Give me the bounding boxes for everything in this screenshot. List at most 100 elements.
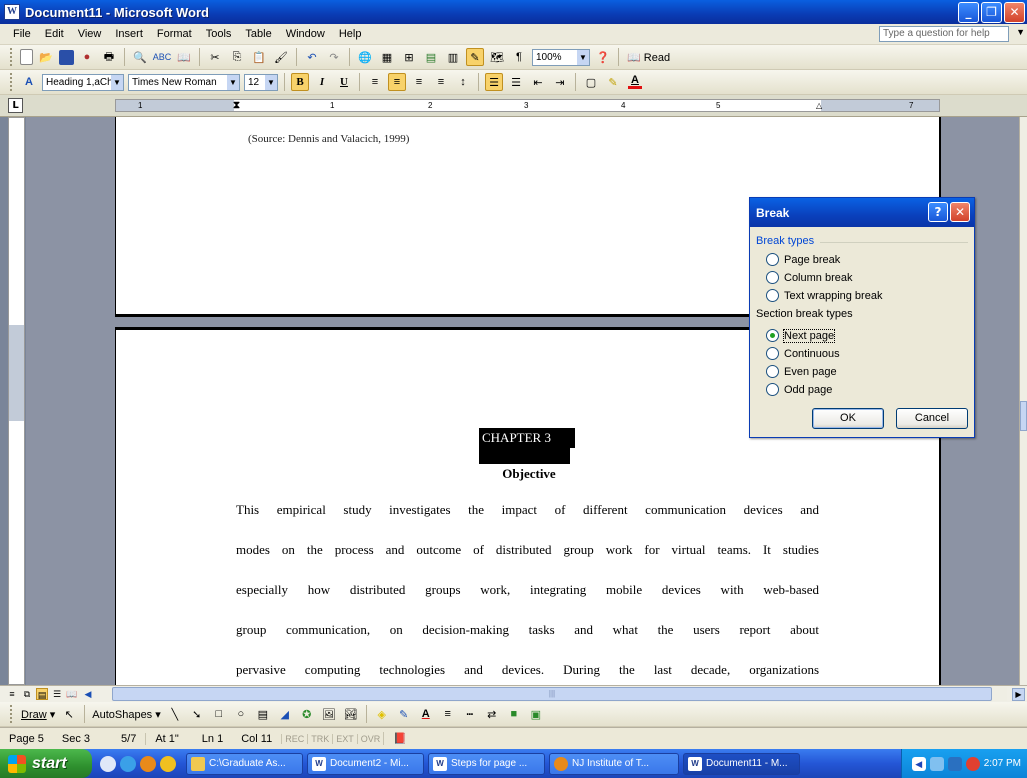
menu-insert[interactable]: Insert (108, 28, 150, 40)
align-right-icon[interactable]: ≡ (410, 73, 428, 91)
shadow-style-icon[interactable]: ■ (505, 705, 523, 723)
right-indent-marker-icon[interactable]: △ (816, 100, 822, 111)
save-icon[interactable] (59, 49, 74, 65)
line-style-icon[interactable]: ≡ (439, 705, 457, 723)
tab-selector[interactable]: L (8, 98, 23, 113)
font-color-button[interactable]: A (626, 73, 644, 91)
start-button[interactable]: start (0, 749, 92, 778)
research-icon[interactable]: 📖 (175, 48, 193, 66)
task-njit[interactable]: NJ Institute of T... (549, 752, 679, 775)
insert-table-icon[interactable]: ⊞ (400, 48, 418, 66)
back-arrow-icon[interactable]: ◀ (911, 756, 926, 771)
cut-icon[interactable]: ✂ (206, 48, 224, 66)
toolbar-grip[interactable] (10, 705, 14, 723)
copy-icon[interactable]: ⎘ (228, 48, 246, 66)
show-hide-icon[interactable]: ¶ (510, 48, 528, 66)
spelling-status-icon[interactable]: 📕 (383, 732, 416, 745)
outline-view-icon[interactable]: ☰ (51, 688, 63, 700)
paste-icon[interactable]: 📋 (250, 48, 268, 66)
align-left-icon[interactable]: ≡ (366, 73, 384, 91)
arrow-style-icon[interactable]: ⇄ (483, 705, 501, 723)
arrow-icon[interactable]: ➘ (188, 705, 206, 723)
help-icon[interactable]: ❓ (594, 48, 612, 66)
dash-style-icon[interactable]: ┅ (461, 705, 479, 723)
font-size-dropdown-icon[interactable]: ▼ (265, 74, 277, 90)
horizontal-scrollbar[interactable]: ||| (112, 687, 1007, 701)
style-combo[interactable]: Heading 1,aCh ▼ (42, 73, 124, 91)
word-app-icon[interactable]: W (4, 4, 20, 20)
radio-circle[interactable] (766, 271, 779, 284)
radio-circle[interactable] (766, 365, 779, 378)
normal-view-icon[interactable]: ≡ (6, 688, 18, 700)
print-icon[interactable]: 🖶 (100, 48, 118, 66)
chrome-icon[interactable] (965, 756, 980, 771)
task-document2[interactable]: W Document2 - Mi... (307, 752, 424, 775)
underline-button[interactable]: U (335, 73, 353, 91)
restore-button[interactable]: ❐ (981, 2, 1002, 23)
radio-text-wrapping-break[interactable]: Text wrapping break (766, 289, 882, 302)
task-graduate-folder[interactable]: C:\Graduate As... (186, 752, 303, 775)
styles-formatting-icon[interactable]: A (20, 73, 38, 91)
cancel-button[interactable]: Cancel (896, 408, 968, 429)
oval-icon[interactable]: ○ (232, 705, 250, 723)
status-ext[interactable]: EXT (332, 733, 357, 744)
align-center-icon[interactable]: ≡ (388, 73, 406, 91)
task-steps[interactable]: W Steps for page ... (428, 752, 545, 775)
dialog-help-button[interactable]: ? (928, 202, 948, 222)
dialog-title-bar[interactable]: Break ? ✕ (750, 198, 974, 227)
radio-page-break[interactable]: Page break (766, 253, 840, 266)
format-painter-icon[interactable]: 🖌 (272, 48, 290, 66)
task-document11[interactable]: W Document11 - M... (683, 752, 800, 775)
status-trk[interactable]: TRK (307, 733, 332, 744)
drawing-icon[interactable]: ✎ (466, 48, 484, 66)
web-layout-icon[interactable]: ⧉ (21, 688, 33, 700)
radio-odd-page[interactable]: Odd page (766, 383, 832, 396)
menu-tools[interactable]: Tools (199, 28, 239, 40)
line-spacing-icon[interactable]: ↕ (454, 73, 472, 91)
scroll-right-icon[interactable]: ▶ (1012, 688, 1025, 701)
title-bar[interactable]: W Document11 - Microsoft Word _ ❐ ✕ (0, 0, 1027, 24)
display-icon[interactable] (947, 756, 962, 771)
numbering-icon[interactable]: ☰ (485, 73, 503, 91)
radio-circle[interactable] (766, 383, 779, 396)
radio-circle[interactable] (766, 347, 779, 360)
break-dialog[interactable]: Break ? ✕ Break types Page break Column … (749, 197, 975, 438)
hyperlink-icon[interactable]: 🌐 (356, 48, 374, 66)
radio-circle[interactable] (766, 289, 779, 302)
columns-icon[interactable]: ▥ (444, 48, 462, 66)
menu-window[interactable]: Window (279, 28, 332, 40)
rectangle-icon[interactable]: □ (210, 705, 228, 723)
draw-menu-button[interactable]: Draw ▾ (18, 708, 58, 721)
radio-column-break[interactable]: Column break (766, 271, 852, 284)
font-combo[interactable]: Times New Roman ▼ (128, 73, 240, 91)
menu-format[interactable]: Format (150, 28, 199, 40)
network-icon[interactable] (929, 756, 944, 771)
clip-art-icon[interactable]: 🖼 (320, 705, 338, 723)
radio-circle-checked[interactable] (766, 329, 779, 342)
menu-file[interactable]: File (6, 28, 38, 40)
media-icon[interactable] (160, 755, 176, 772)
wordart-icon[interactable]: ◢ (276, 705, 294, 723)
dialog-close-button[interactable]: ✕ (950, 202, 970, 222)
menu-view[interactable]: View (71, 28, 109, 40)
firefox-icon[interactable] (140, 755, 156, 772)
radio-continuous[interactable]: Continuous (766, 347, 840, 360)
3d-style-icon[interactable]: ▣ (527, 705, 545, 723)
vertical-ruler[interactable] (8, 117, 25, 685)
text-box-icon[interactable]: ▤ (254, 705, 272, 723)
fill-color-icon[interactable]: ◈ (373, 705, 391, 723)
vertical-scroll-thumb[interactable] (1020, 401, 1027, 431)
ok-button[interactable]: OK (812, 408, 884, 429)
redo-icon[interactable]: ↷ (325, 48, 343, 66)
increase-indent-icon[interactable]: ⇥ (551, 73, 569, 91)
read-button[interactable]: 📖 Read (623, 51, 674, 64)
horizontal-scroll-thumb[interactable]: ||| (112, 687, 992, 701)
line-color-icon[interactable]: ✎ (395, 705, 413, 723)
insert-picture-icon[interactable]: 🏞 (342, 705, 360, 723)
style-dropdown-icon[interactable]: ▼ (111, 74, 123, 90)
autoshapes-menu-button[interactable]: AutoShapes ▾ (89, 708, 164, 721)
vertical-scrollbar[interactable] (1019, 117, 1027, 685)
tables-borders-icon[interactable]: ▦ (378, 48, 396, 66)
font-dropdown-icon[interactable]: ▼ (227, 74, 239, 90)
zoom-combo[interactable]: 100% ▼ (532, 48, 590, 66)
